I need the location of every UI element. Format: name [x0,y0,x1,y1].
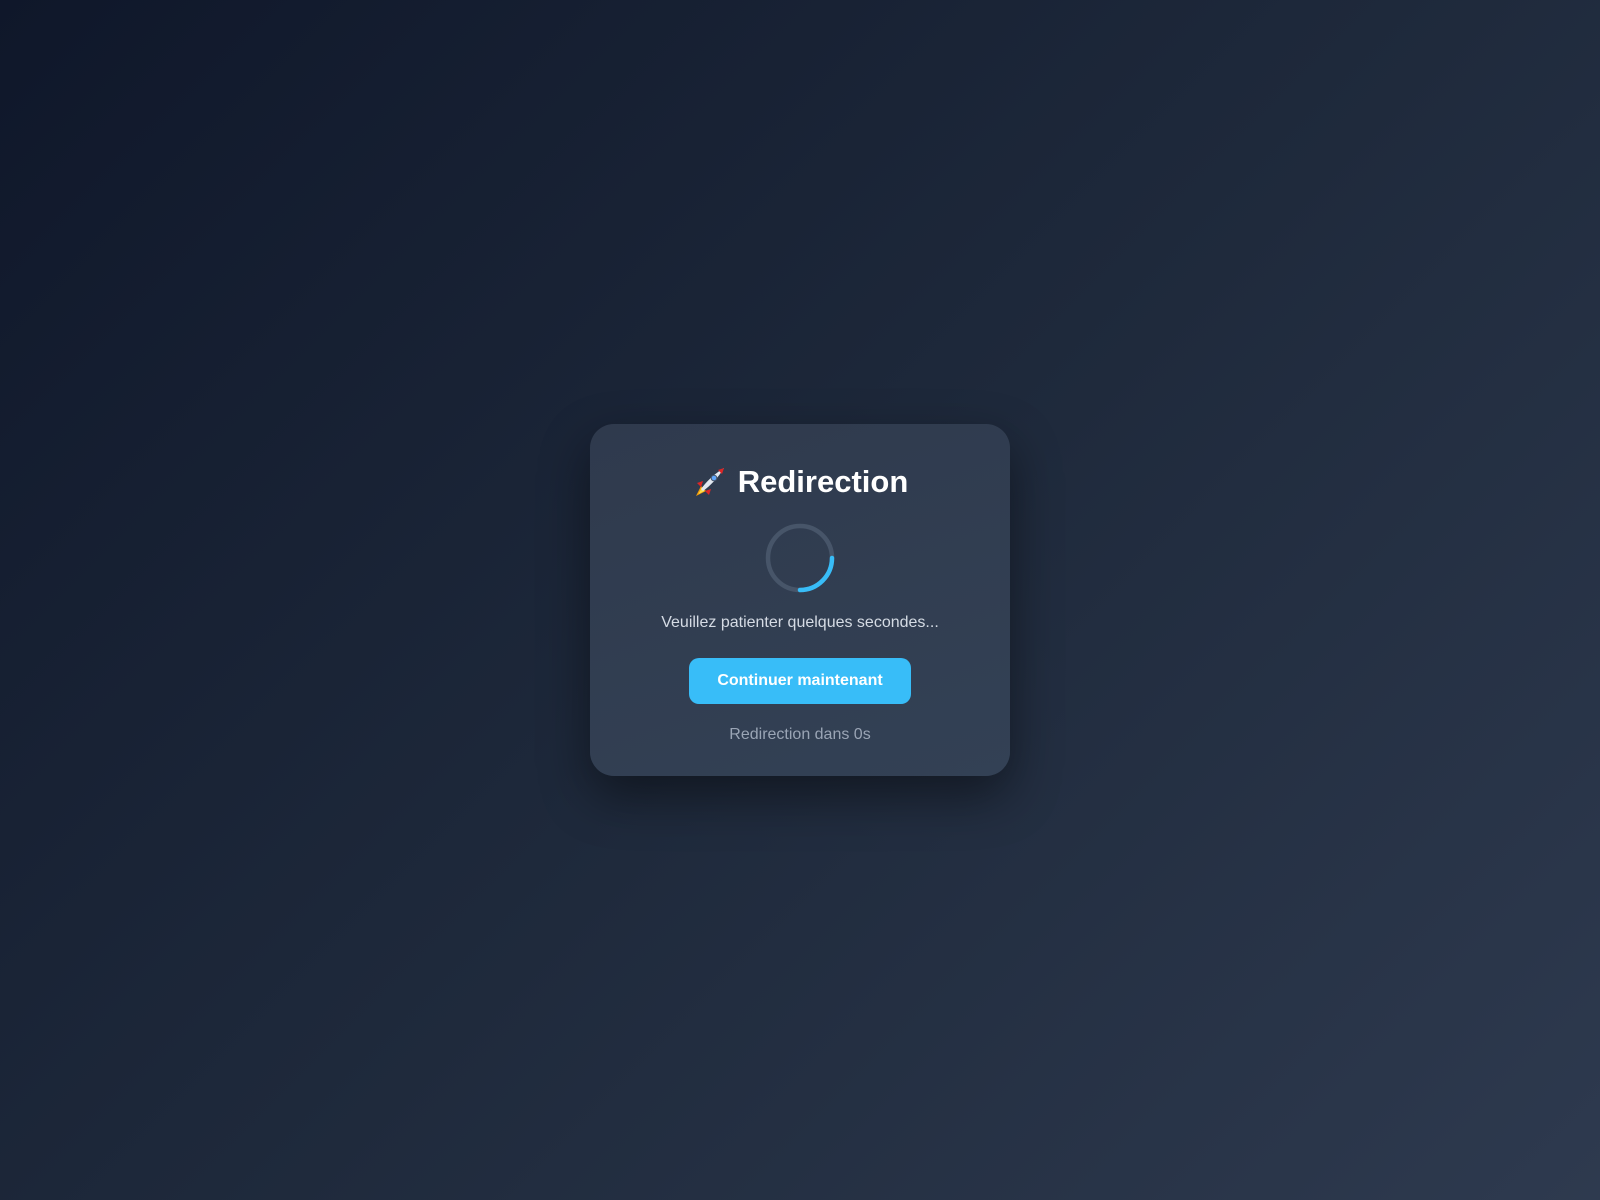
redirect-card: Redirection Veuillez patienter quelques … [590,424,1010,776]
loading-spinner [765,523,835,593]
wait-message: Veuillez patienter quelques secondes... [661,614,939,631]
rocket-icon [692,464,728,500]
card-title: Redirection [692,462,909,502]
title-text: Redirection [737,464,909,499]
continue-now-button[interactable]: Continuer maintenant [689,658,911,704]
redirect-countdown: Redirection dans 0s [729,726,871,743]
